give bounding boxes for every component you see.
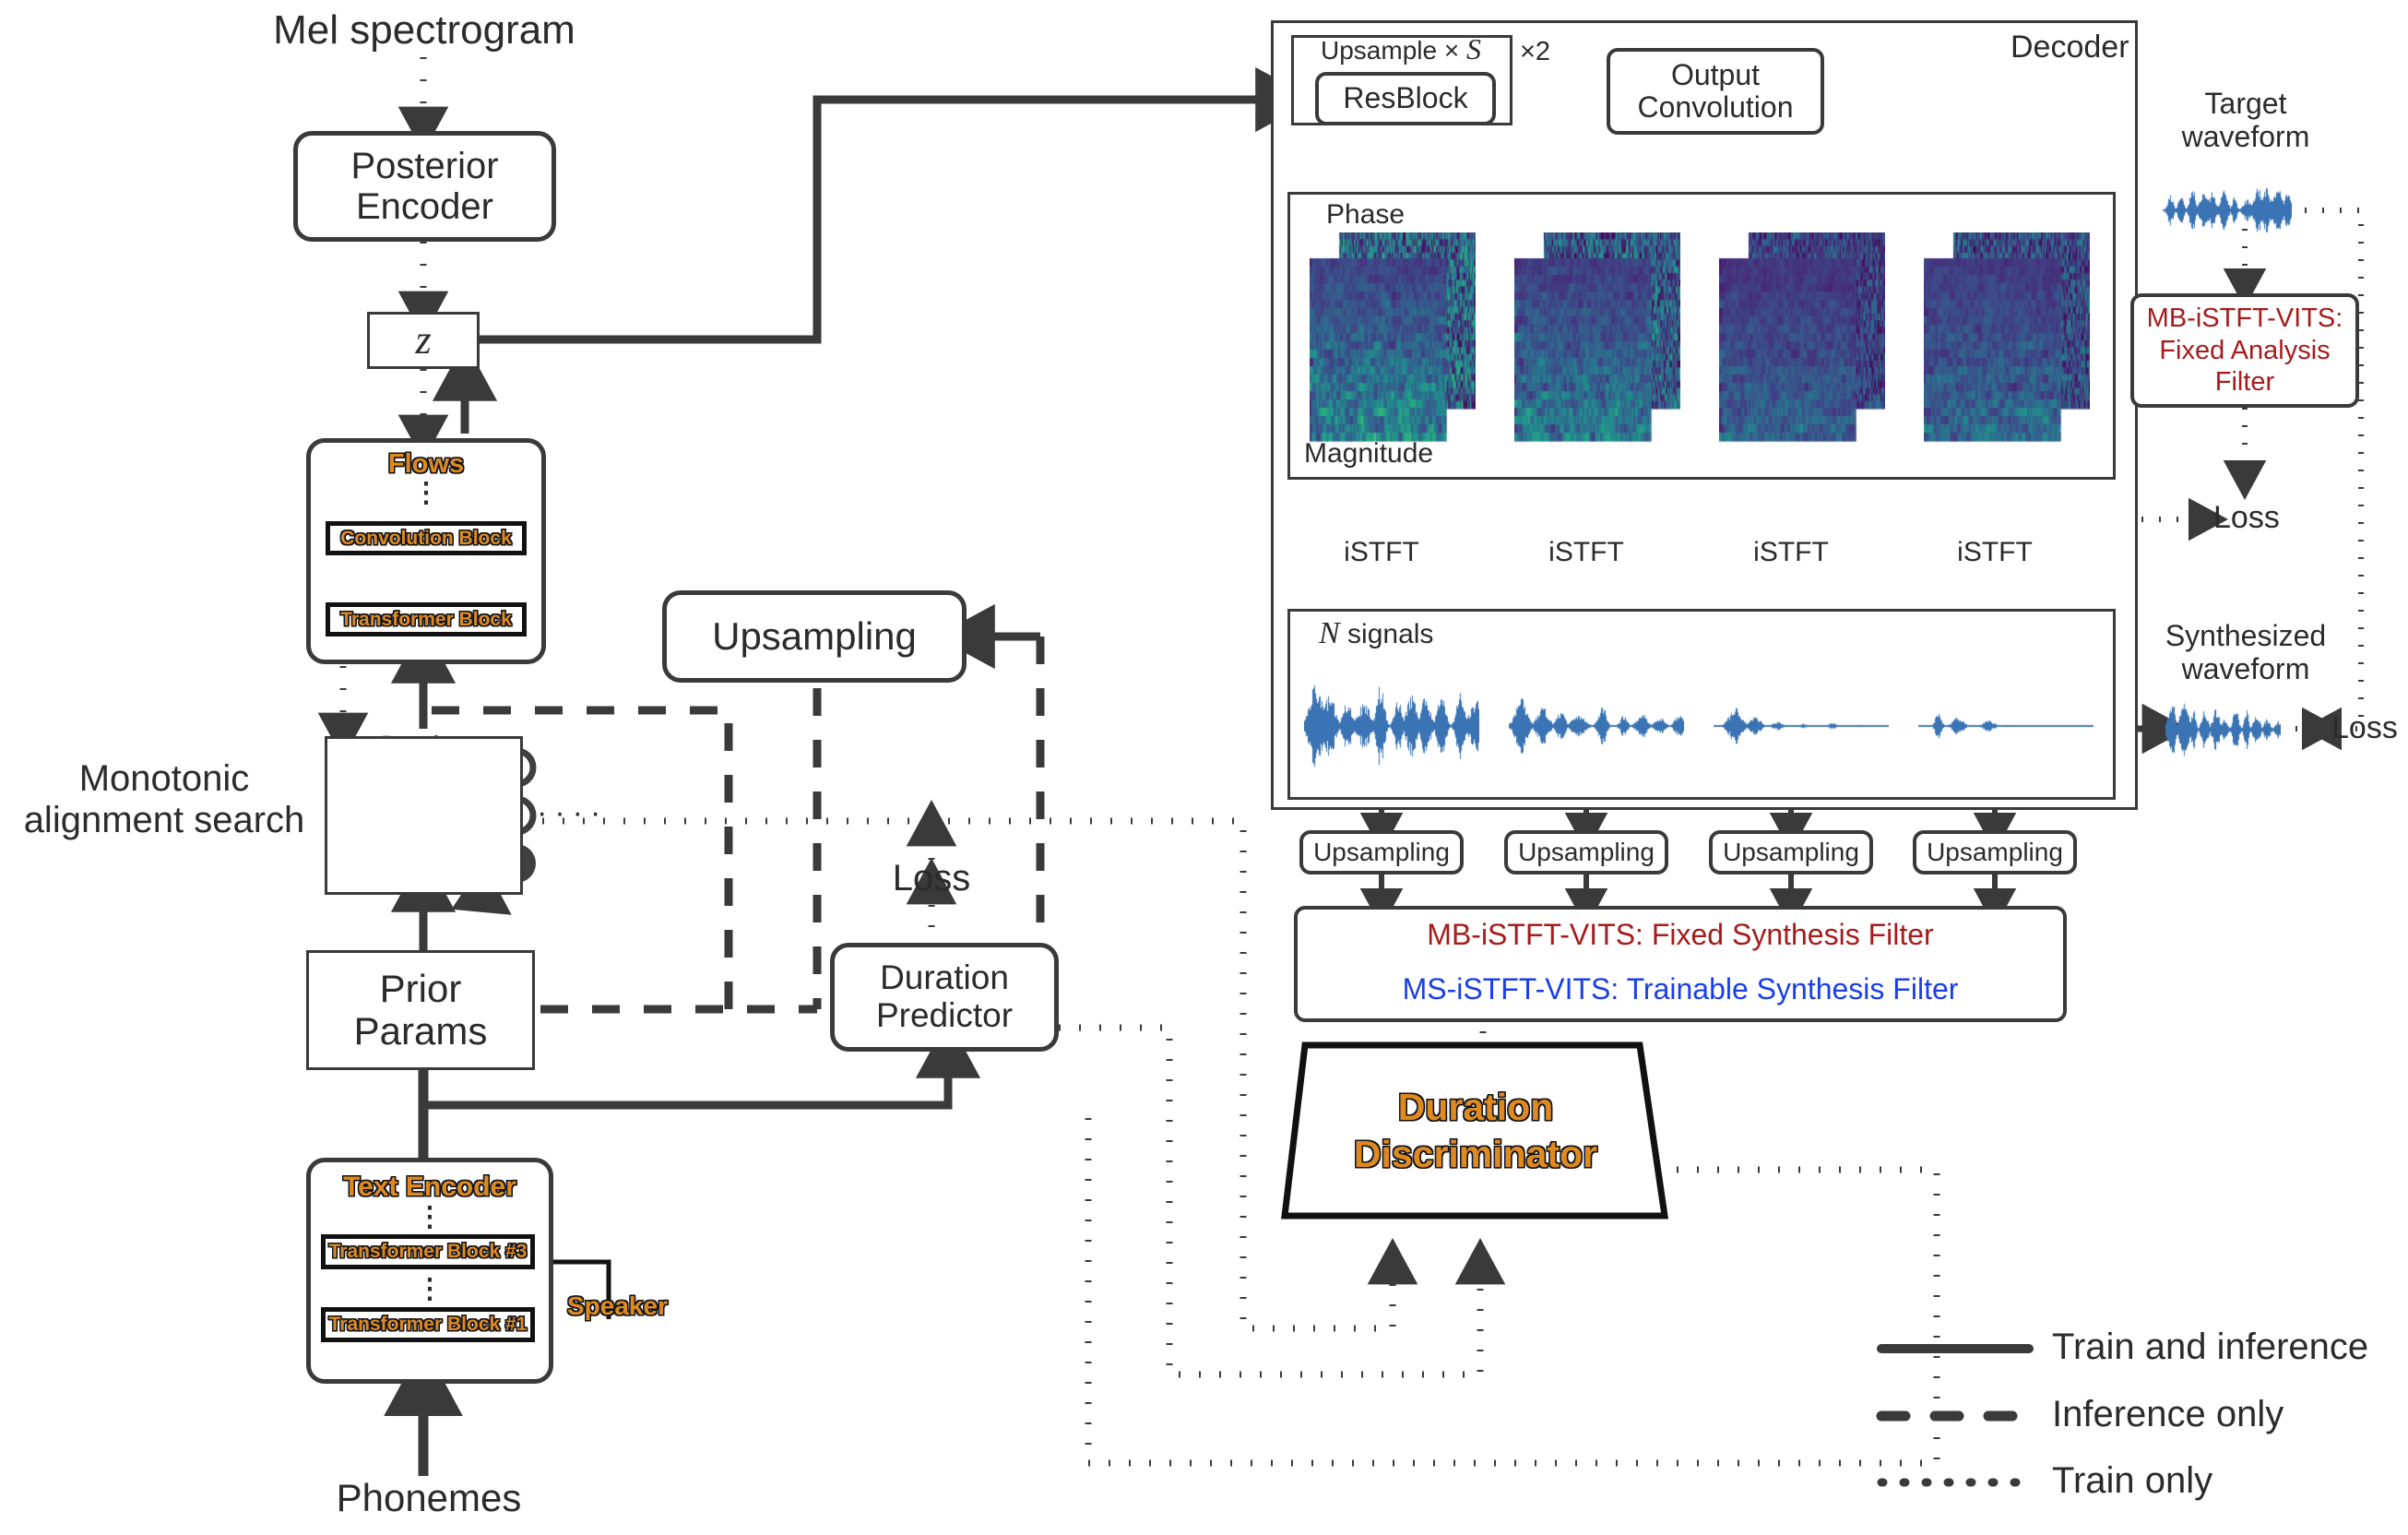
prior-params-box: Prior Params: [306, 950, 535, 1070]
text-encoder-block-3-label: Transformer Block #3: [328, 1241, 528, 1263]
phonemes-label: Phonemes: [336, 1476, 522, 1519]
mel-spectrogram-label: Mel spectrogram: [273, 7, 575, 53]
duration-predictor-label: Duration Predictor: [875, 958, 1014, 1034]
synthesized-waveform: [2165, 690, 2281, 774]
speaker-label: Speaker: [567, 1291, 668, 1320]
decoder-upsampling-label: Upsampling: [1518, 837, 1655, 866]
n-signals-label: N signals: [1319, 616, 1433, 651]
upsampling-label: Upsampling: [712, 613, 917, 658]
text-encoder-block-3: Transformer Block #3: [321, 1234, 535, 1269]
decoder-upsampling-box: Upsampling: [1709, 830, 1873, 875]
text-encoder-vdots-bottom: ⋮: [416, 1274, 444, 1304]
flows-convolution-block-label: Convolution Block: [340, 527, 512, 549]
synthesis-filter-mb-label: MB-iSTFT-VITS: Fixed Synthesis Filter: [1427, 918, 1934, 951]
duration-predictor-box: Duration Predictor: [830, 943, 1059, 1052]
analysis-filter-label: MB-iSTFT-VITS: Fixed Analysis Filter: [2146, 303, 2343, 398]
phase-label: Phase: [1326, 199, 1406, 230]
decoder-upsampling-label: Upsampling: [1723, 837, 1859, 866]
upsampling-box: Upsampling: [662, 590, 967, 683]
text-encoder-title: Text Encoder: [343, 1172, 516, 1202]
legend-item-label: Train and inference: [2052, 1327, 2369, 1367]
spectrogram-tile: [1514, 232, 1680, 445]
legend-item-label: Inference only: [2052, 1394, 2284, 1434]
signal-waveform: [1509, 666, 1684, 791]
target-waveform-label: Target waveform: [2181, 87, 2310, 153]
istft-label: iSTFT: [1548, 537, 1624, 567]
duration-loss-label: Loss: [892, 858, 971, 898]
spectrogram-tile: [1310, 232, 1476, 445]
analysis-filter-box: MB-iSTFT-VITS: Fixed Analysis Filter: [2130, 293, 2359, 408]
flows-convolution-block: Convolution Block: [326, 521, 527, 555]
decoder-upsampling-label: Upsampling: [1927, 837, 2063, 866]
flows-transformer-block-label: Transformer Block: [340, 608, 512, 630]
n-signals-word: signals: [1347, 619, 1434, 649]
flows-title: Flows: [387, 449, 465, 479]
flows-vdots: ⋮: [412, 478, 440, 508]
mas-grid-box: [325, 736, 523, 895]
flows-transformer-block: Transformer Block: [326, 602, 527, 637]
posterior-encoder-label: Posterior Encoder: [350, 146, 499, 227]
repeat-label: ×2: [1520, 37, 1551, 66]
upsample-scale-symbol: S: [1465, 32, 1481, 65]
duration-discriminator-label: Duration Discriminator: [1353, 1086, 1598, 1176]
istft-label: iSTFT: [1753, 537, 1829, 567]
spectrogram-tile: [1719, 232, 1885, 445]
mas-right-ellipsis: ····: [537, 795, 609, 830]
latent-z-symbol: z: [415, 316, 432, 363]
resblock-box: ResBlock: [1315, 72, 1496, 125]
decoder-upsampling-box: Upsampling: [1913, 830, 2077, 875]
loss-top-label: Loss: [2213, 500, 2280, 535]
prior-params-label: Prior Params: [353, 966, 488, 1053]
resblock-label: ResBlock: [1343, 81, 1468, 115]
spectrogram-tile: [1924, 232, 2090, 445]
monotonic-alignment-search-label: Monotonic alignment search: [23, 758, 305, 840]
istft-label: iSTFT: [1957, 537, 2033, 567]
signal-waveform: [1304, 666, 1479, 791]
output-convolution-box: Output Convolution: [1607, 48, 1824, 135]
signal-waveform: [1918, 666, 2094, 791]
loss-bottom-label: Loss: [2331, 710, 2398, 745]
legend-item-label: Train only: [2052, 1460, 2213, 1501]
posterior-encoder-box: Posterior Encoder: [293, 131, 556, 242]
decoder-upsampling-label: Upsampling: [1313, 837, 1450, 866]
upsample-text: Upsample ×: [1321, 36, 1460, 65]
diagram-canvas: Mel spectrogram Posterior Encoder z Flow…: [0, 0, 2408, 1535]
target-waveform: [2163, 164, 2292, 261]
synthesis-filter-ms-label: MS-iSTFT-VITS: Trainable Synthesis Filte…: [1402, 972, 1959, 1005]
n-signals-symbol: N: [1319, 616, 1340, 650]
synthesized-waveform-label: Synthesized waveform: [2165, 619, 2327, 685]
text-encoder-block-1: Transformer Block #1: [321, 1307, 535, 1342]
text-encoder-vdots-top: ⋮: [416, 1202, 444, 1232]
istft-label: iSTFT: [1344, 537, 1419, 567]
latent-z-box: z: [367, 312, 480, 369]
output-convolution-label: Output Convolution: [1637, 57, 1794, 124]
decoder-upsampling-box: Upsampling: [1504, 830, 1668, 875]
text-encoder-block-1-label: Transformer Block #1: [328, 1314, 528, 1336]
upsample-group-label: Upsample × S: [1321, 32, 1481, 66]
signal-waveform: [1714, 666, 1889, 791]
decoder-upsampling-box: Upsampling: [1299, 830, 1464, 875]
decoder-label: Decoder: [2011, 30, 2129, 65]
